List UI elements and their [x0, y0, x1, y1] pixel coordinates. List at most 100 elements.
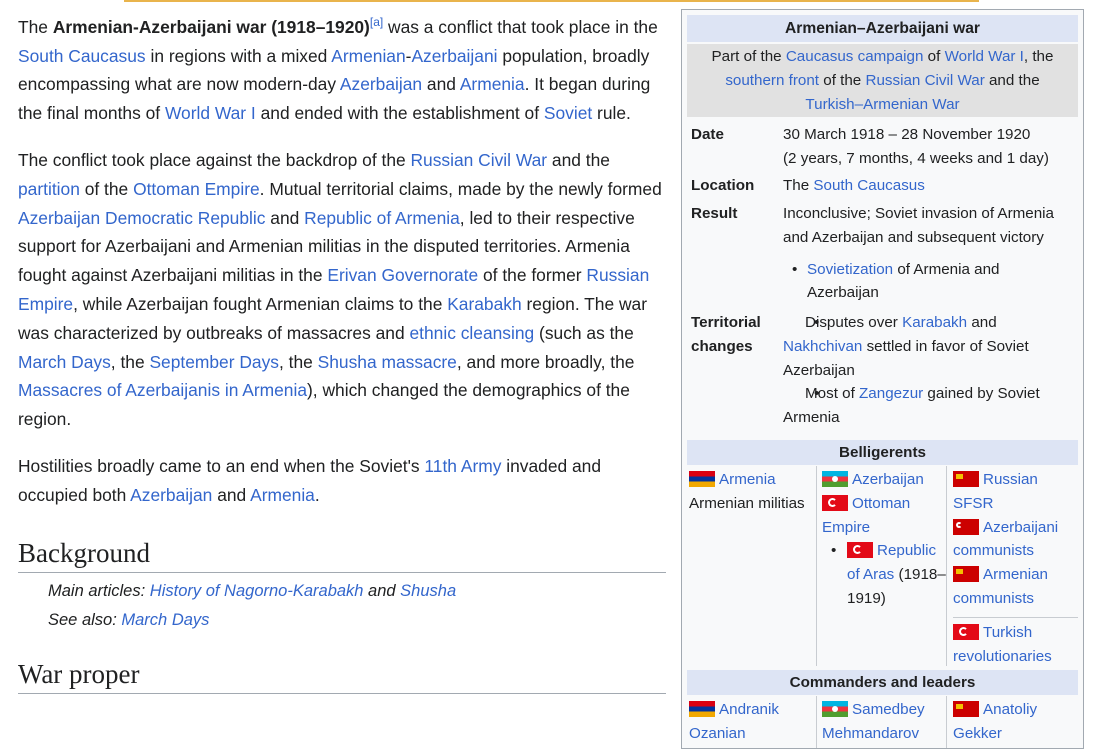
link-karabakh[interactable]: Karabakh [902, 314, 967, 331]
text: Most of [805, 385, 860, 403]
link-ottoman-empire[interactable]: Ottoman Empire [133, 179, 260, 199]
link-soviet[interactable]: Soviet [544, 103, 592, 123]
territorial-value: Disputes over Karabakh and Nakhchivan se… [783, 311, 1073, 430]
azerbaijan-flag-icon [822, 471, 848, 487]
text: The conflict took place against the back… [18, 149, 411, 170]
text: and ended with the establishment of [255, 103, 544, 124]
text: and [265, 207, 305, 228]
link-nakhchivan[interactable]: Nakhchivan [783, 338, 862, 355]
text: Part of the [711, 48, 786, 65]
belligerents-col-2: Azerbaijan Ottoman Empire Republic of Ar… [822, 468, 946, 611]
link-azerbaijan[interactable]: Azerbaijan [130, 485, 212, 505]
turkey-flag-icon [953, 623, 979, 640]
link-turkish-armenian-war[interactable]: Turkish–Armenian War [805, 96, 959, 113]
result-value: Inconclusive; Soviet invasion of Armenia… [783, 202, 1073, 305]
link-zangezur[interactable]: Zangezur [859, 385, 923, 402]
infobox-part-of: Part of the Caucasus campaign of World W… [687, 44, 1078, 117]
text: , the [1023, 48, 1054, 65]
date-range: 30 March 1918 – 28 November 1920 [783, 126, 1031, 143]
link-world-war-i[interactable]: World War I [165, 103, 256, 123]
link-ethnic-cleansing[interactable]: ethnic cleansing [409, 323, 534, 343]
link-russian-civil-war[interactable]: Russian Civil War [865, 72, 984, 89]
column-divider [816, 466, 817, 666]
link-armenia[interactable]: Armenia [719, 471, 776, 488]
link-russian-civil-war[interactable]: Russian Civil War [411, 150, 548, 170]
text: Hostilities broadly came to an end when … [18, 455, 425, 476]
infobox: Armenian–Azerbaijani war Part of the Cau… [681, 9, 1084, 749]
footnote-link[interactable]: [a] [370, 15, 383, 29]
heading-background: Background [18, 536, 666, 573]
hatnote-main-articles: Main articles: History of Nagorno-Karaba… [18, 577, 666, 606]
link-republic-of-armenia[interactable]: Republic of Armenia [304, 208, 460, 228]
link-azerbaijan[interactable]: Azerbaijan [340, 74, 422, 94]
link-sovietization[interactable]: Sovietization [807, 261, 893, 278]
link-azerbaijan-democratic-republic[interactable]: Azerbaijan Democratic Republic [18, 208, 265, 228]
turkish-rev-entry: Turkish revolutionaries [953, 616, 1078, 669]
article-title-bold: Armenian-Azerbaijani war (1918–1920) [52, 16, 370, 37]
link-caucasus-campaign[interactable]: Caucasus campaign [786, 48, 924, 65]
link-south-caucasus[interactable]: South Caucasus [18, 46, 146, 66]
link-southern-front[interactable]: southern front [725, 72, 819, 89]
link-azerbaijani[interactable]: Azerbaijani [411, 46, 497, 66]
paragraph-hostilities: Hostilities broadly came to an end when … [18, 452, 666, 510]
column-divider [816, 696, 817, 748]
commanders-header: Commanders and leaders [687, 670, 1078, 695]
text: and [212, 484, 251, 505]
link-massacres-of-azerbaijanis[interactable]: Massacres of Azerbaijanis in Armenia [18, 380, 307, 400]
text: (such as the [534, 322, 634, 343]
text: of the [819, 71, 866, 89]
link-shusha-massacre[interactable]: Shusha massacre [318, 352, 457, 372]
link-azerbaijan[interactable]: Azerbaijan [852, 471, 924, 488]
azerbaijan-flag-icon [822, 701, 848, 717]
link-world-war-i[interactable]: World War I [945, 48, 1024, 65]
ottoman-flag-icon [822, 494, 848, 511]
link-march-days[interactable]: March Days [121, 611, 209, 629]
heading-war-proper: War proper [18, 657, 666, 694]
link-shusha[interactable]: Shusha [400, 582, 456, 600]
column-divider [946, 466, 947, 666]
commanders-col-3: Anatoliy Gekker [953, 698, 1078, 746]
text: , while Azerbaijan fought Armenian claim… [73, 293, 448, 314]
link-september-days[interactable]: September Days [149, 352, 279, 372]
text: . [314, 484, 320, 505]
column-divider [946, 696, 947, 748]
link-11th-army[interactable]: 11th Army [424, 456, 501, 476]
text: The [783, 177, 814, 194]
paragraph-backdrop: The conflict took place against the back… [18, 146, 666, 434]
text: See also: [48, 610, 122, 629]
belligerents-col-1: Armenia Armenian militias [689, 468, 814, 516]
result-label: Result [691, 205, 738, 222]
link-south-caucasus[interactable]: South Caucasus [813, 177, 924, 194]
article-body: The Armenian-Azerbaijani war (1918–1920)… [18, 8, 666, 694]
link-armenia[interactable]: Armenia [250, 485, 315, 505]
link-history-nagorno-karabakh[interactable]: History of Nagorno-Karabakh [150, 582, 364, 600]
text: , and more broadly, the [456, 351, 635, 372]
text: Main articles: [48, 581, 150, 600]
link-armenia[interactable]: Armenia [460, 74, 525, 94]
link-erivan-governorate[interactable]: Erivan Governorate [327, 265, 478, 285]
text: and [363, 581, 401, 600]
belligerents-header: Belligerents [687, 440, 1078, 465]
text: of the [79, 178, 134, 199]
armenian-militias: Armenian militias [689, 494, 805, 512]
paragraph-intro: The Armenian-Azerbaijani war (1918–1920)… [18, 8, 666, 128]
commanders-col-2: Samedbey Mehmandarov [822, 698, 946, 746]
link-karabakh[interactable]: Karabakh [447, 294, 521, 314]
rsfsr-flag-icon [953, 701, 979, 717]
rsfsr-flag-icon [953, 471, 979, 487]
text: of [923, 48, 945, 65]
text: in regions with a mixed [145, 45, 332, 66]
text: and the [984, 71, 1040, 89]
text: , the [110, 351, 150, 372]
armenia-flag-icon [689, 471, 715, 487]
armenia-flag-icon [689, 701, 715, 717]
top-progress-bar [124, 0, 979, 2]
armenian-communists-flag-icon [953, 566, 979, 583]
link-armenian[interactable]: Armenian [331, 46, 405, 66]
aras-bullet: Republic of Aras (1918–1919) [822, 539, 946, 610]
text: , the [278, 351, 318, 372]
result-text: Inconclusive; Soviet invasion of Armenia… [783, 205, 1054, 246]
link-march-days[interactable]: March Days [18, 352, 111, 372]
link-partition[interactable]: partition [18, 179, 80, 199]
territorial-label: Territorial changes [691, 314, 761, 355]
